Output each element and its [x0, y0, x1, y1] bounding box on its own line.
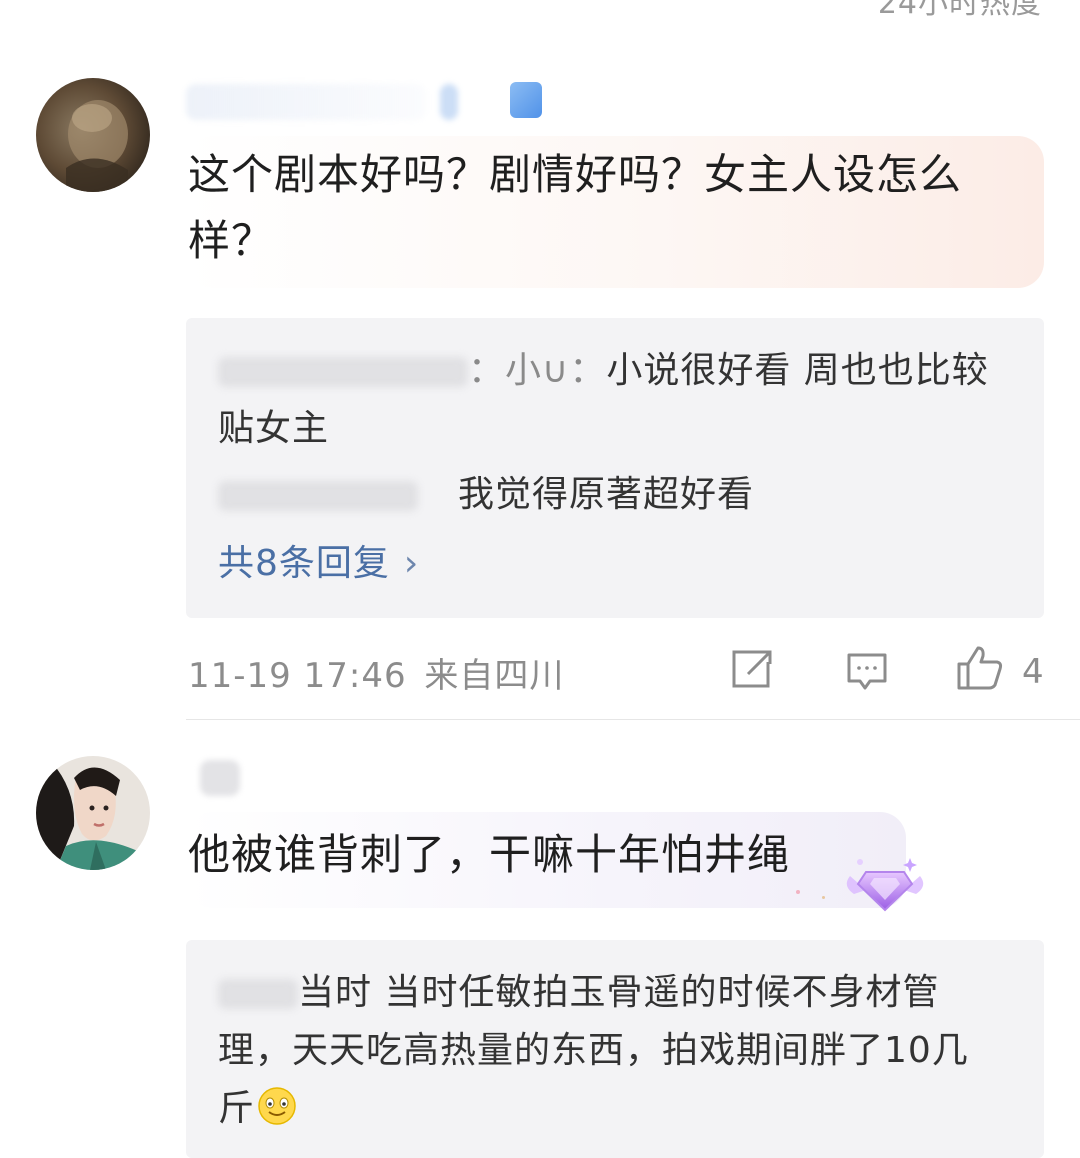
reply-author-tail: 当时 — [298, 972, 373, 1013]
reply-author-blurred — [218, 481, 418, 511]
reply-text-end: 斤 — [218, 1088, 256, 1129]
sparkle-dot — [796, 890, 800, 894]
user-level-badge — [440, 84, 458, 120]
avatar[interactable] — [36, 756, 150, 870]
hot-rank-label: 24小时热度 — [877, 0, 1042, 21]
reply-text-cont: 理，天天吃高热量的东西，拍戏期间胖了10几 — [218, 1030, 969, 1071]
reply-author-blurred — [218, 979, 298, 1009]
username-blurred[interactable] — [186, 84, 426, 120]
reply-item[interactable]: ：小∪：小说很好看 周也也比较 — [218, 342, 989, 400]
comment-location: 来自四川 — [424, 656, 565, 696]
grinning-emoji — [258, 1087, 296, 1125]
comment-date: 11-19 17:46 — [188, 656, 407, 696]
divider — [186, 719, 1080, 720]
comment-meta: 11-19 17:46 来自四川 — [188, 648, 564, 697]
vip-badge-icon — [510, 82, 542, 118]
reply-preview-box[interactable]: 当时 当时任敏拍玉骨遥的时候不身材管 理，天天吃高热量的东西，拍戏期间胖了10几… — [186, 940, 1044, 1158]
reply-text-cont: 斤 — [218, 1080, 297, 1138]
sparkle-dot — [822, 896, 825, 899]
more-replies-label: 共8条回复 — [218, 543, 390, 584]
purple-gem-badge-icon — [840, 846, 930, 920]
view-all-replies-link[interactable]: 共8条回复 › — [218, 534, 419, 586]
avatar[interactable] — [36, 78, 150, 192]
reply-text: 当时任敏拍玉骨遥的时候不身材管 — [372, 972, 940, 1013]
thumbs-up-icon[interactable] — [956, 644, 1004, 692]
reply-preview-box[interactable]: ：小∪：小说很好看 周也也比较 贴女主 我觉得原著超好看 共8条回复 › — [186, 318, 1044, 618]
share-icon[interactable] — [730, 648, 776, 690]
comment-text-line1: 这个剧本好吗？剧情好吗？女主人设怎么 — [188, 150, 963, 199]
reply-author-blurred — [218, 357, 468, 387]
comment-text-line2: 样？ — [188, 216, 275, 265]
reply-text-cont: 贴女主 — [218, 408, 330, 449]
chevron-right-icon: › — [403, 543, 420, 584]
reply-text: 我觉得原著超好看 — [458, 474, 755, 515]
reply-text: 小说很好看 周也也比较 — [606, 350, 989, 391]
comment-text: 他被谁背刺了，干嘛十年怕井绳 — [188, 830, 791, 879]
reply-item[interactable]: 当时 当时任敏拍玉骨遥的时候不身材管 — [218, 964, 939, 1022]
username-blurred[interactable] — [200, 760, 240, 796]
reply-author-tail: ：小∪： — [468, 350, 607, 391]
like-count: 4 — [1022, 652, 1044, 692]
comment-icon[interactable] — [846, 652, 888, 692]
reply-item[interactable]: 我觉得原著超好看 — [218, 466, 754, 524]
